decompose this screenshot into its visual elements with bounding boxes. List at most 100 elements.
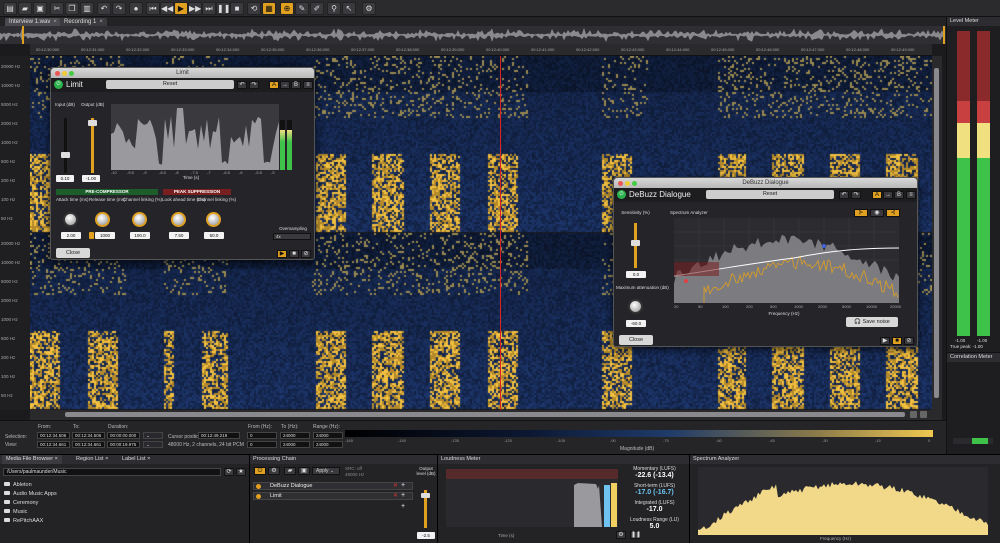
release-auto-toggle[interactable]: [89, 232, 94, 239]
maximize-window-icon[interactable]: [69, 71, 74, 76]
scroll-thumb[interactable]: [934, 68, 939, 398]
tab-recording[interactable]: Recording 1 ×: [60, 18, 107, 26]
selection-to-field[interactable]: 00:12:34.506: [72, 432, 105, 439]
view-duration-field[interactable]: 00:00:19.975: [107, 441, 140, 448]
zoom-tool-icon[interactable]: ⚲: [327, 2, 341, 15]
release-time-value[interactable]: 1000: [95, 232, 115, 239]
power-icon[interactable]: ⏻: [617, 190, 626, 200]
output-slider-thumb[interactable]: [88, 120, 97, 126]
remove-icon[interactable]: ✕: [393, 492, 398, 499]
skip-forward-icon[interactable]: ⏭: [202, 2, 216, 15]
view-range-hz-field[interactable]: 24000: [313, 441, 343, 448]
chain-item-limit[interactable]: Limit: [253, 492, 413, 500]
selection-from-field[interactable]: 00:12:34.506: [37, 432, 70, 439]
bypass-icon[interactable]: ⊘: [301, 250, 311, 258]
minimize-window-icon[interactable]: [625, 181, 630, 186]
attack-time-value[interactable]: 2.00: [61, 232, 81, 239]
peak-channel-linking-knob[interactable]: [206, 212, 221, 227]
menu-icon[interactable]: ≡: [303, 81, 313, 89]
limit-preset-dropdown[interactable]: Reset: [106, 80, 234, 89]
tab-label-list[interactable]: Label List ×: [118, 455, 154, 464]
redo-icon[interactable]: ↷: [112, 2, 126, 15]
maximize-window-icon[interactable]: [632, 181, 637, 186]
add-icon[interactable]: +: [401, 492, 405, 499]
input-slider-track[interactable]: [64, 118, 67, 173]
minimize-window-icon[interactable]: [62, 71, 67, 76]
high-freq-handle[interactable]: [822, 244, 826, 248]
from-hz-field[interactable]: 0: [247, 432, 277, 439]
list-item[interactable]: Audio Music Apps: [4, 491, 57, 497]
power-icon[interactable]: ⏻: [254, 467, 266, 475]
zoom-in-icon[interactable]: [910, 411, 917, 418]
redo-icon[interactable]: ↷: [249, 81, 259, 89]
max-attenuation-value[interactable]: -60.0: [626, 320, 646, 327]
close-icon[interactable]: ×: [99, 19, 103, 25]
range-hz-field[interactable]: 24000: [313, 432, 343, 439]
close-window-icon[interactable]: [618, 181, 623, 186]
output-slider-track[interactable]: [91, 118, 94, 173]
redo-icon[interactable]: ↷: [851, 191, 861, 199]
vertical-scrollbar[interactable]: [932, 56, 942, 420]
loop-icon[interactable]: ⟲: [247, 2, 261, 15]
chain-item-debuzz[interactable]: DeBuzz Dialogue: [253, 482, 413, 490]
refresh-icon[interactable]: ⟳: [224, 468, 234, 476]
view-from-hz-field[interactable]: 0: [247, 441, 277, 448]
undo-icon[interactable]: ↶: [237, 81, 247, 89]
forward-icon[interactable]: ▶▶: [188, 2, 202, 15]
ab-a-button[interactable]: A: [269, 81, 279, 89]
ab-a-button[interactable]: A: [872, 191, 882, 199]
path-dropdown[interactable]: /Users/paulmaunder/Music: [3, 468, 221, 476]
sensitivity-slider-thumb[interactable]: [631, 240, 640, 246]
save-noise-button[interactable]: 🎧 Save noise: [846, 317, 898, 327]
look-ahead-value[interactable]: 7.50: [169, 232, 189, 239]
pause-icon[interactable]: ❚❚: [630, 531, 641, 539]
copy-icon[interactable]: ❐: [65, 2, 79, 15]
add-icon[interactable]: +: [401, 503, 405, 510]
oversampling-dropdown[interactable]: 4x: [273, 233, 311, 240]
stop-preview-icon[interactable]: ■: [289, 250, 299, 258]
play-preview-icon[interactable]: ▶: [880, 337, 890, 345]
settings-icon[interactable]: ⚙: [268, 467, 280, 475]
pre-channel-linking-knob[interactable]: [132, 212, 147, 227]
ab-copy-icon[interactable]: →: [883, 191, 893, 199]
play-icon[interactable]: ▶: [174, 2, 188, 15]
remove-icon[interactable]: ✕: [393, 482, 398, 489]
stop-preview-icon[interactable]: ■: [892, 337, 902, 345]
power-icon[interactable]: ⏻: [54, 80, 63, 90]
pre-channel-linking-value[interactable]: 100.0: [130, 232, 150, 239]
settings-icon[interactable]: ⚙: [616, 531, 626, 539]
rewind-icon[interactable]: ◀◀: [160, 2, 174, 15]
close-icon[interactable]: ×: [147, 456, 150, 462]
draw-tool-icon[interactable]: ✎: [295, 2, 309, 15]
add-icon[interactable]: +: [401, 482, 405, 489]
power-icon[interactable]: [256, 484, 261, 489]
ab-b-button[interactable]: B: [291, 81, 301, 89]
overview-waveform[interactable]: [0, 26, 946, 44]
pointer-tool-icon[interactable]: ↖: [342, 2, 356, 15]
selection-duration-field[interactable]: 00:00:00.000: [107, 432, 140, 439]
view-to-hz-field[interactable]: 24000: [280, 441, 310, 448]
list-item[interactable]: RePitchAAX: [4, 518, 43, 524]
mixer-icon[interactable]: ▦: [262, 2, 276, 15]
save-icon[interactable]: ▣: [33, 2, 47, 15]
limit-close-button[interactable]: Close: [56, 248, 90, 258]
sensitivity-value[interactable]: 0.0: [626, 271, 646, 278]
view-to-field[interactable]: 00:12:34.661: [72, 441, 105, 448]
power-icon[interactable]: [256, 494, 261, 499]
list-item[interactable]: Music: [4, 509, 27, 515]
ab-b-button[interactable]: B: [894, 191, 904, 199]
horizontal-scrollbar[interactable]: [30, 410, 932, 420]
curve-mode-icon[interactable]: ⊱: [854, 209, 868, 217]
brush-tool-icon[interactable]: ✐: [310, 2, 324, 15]
open-folder-icon[interactable]: ▰: [284, 467, 296, 475]
open-folder-icon[interactable]: ▰: [18, 2, 32, 15]
list-item[interactable]: Ableton: [4, 482, 32, 488]
peak-channel-linking-value[interactable]: 50.0: [204, 232, 224, 239]
release-time-knob[interactable]: [95, 212, 110, 227]
tab-media-file-browser[interactable]: Media File Browser ×: [2, 455, 62, 464]
close-window-icon[interactable]: [55, 71, 60, 76]
close-icon[interactable]: ×: [53, 19, 57, 25]
look-ahead-knob[interactable]: [171, 212, 186, 227]
tab-interview[interactable]: Interview 1.wav ×: [5, 18, 61, 26]
input-gain-value[interactable]: 0.10: [56, 175, 74, 182]
